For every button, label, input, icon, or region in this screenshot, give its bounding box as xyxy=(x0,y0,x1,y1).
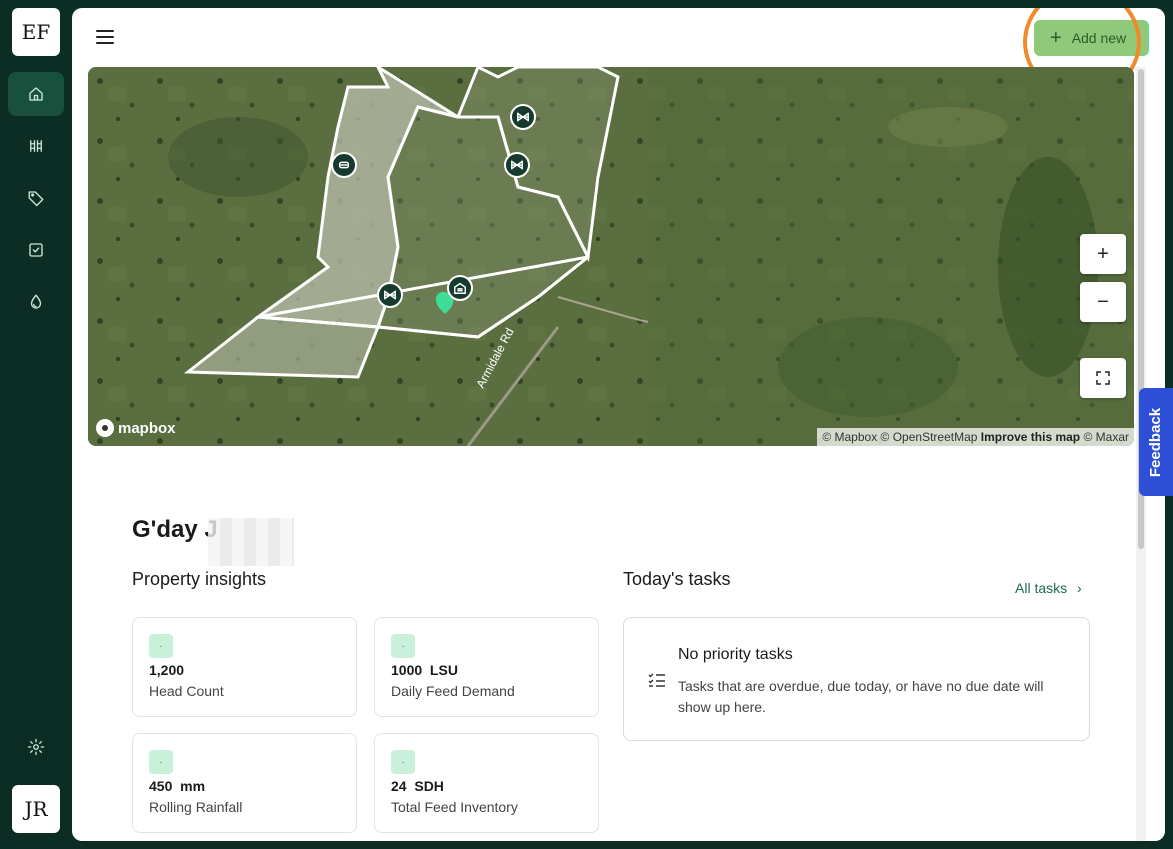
sidebar-item-home[interactable] xyxy=(8,72,64,116)
insight-value: 1,200 xyxy=(149,662,185,678)
gear-icon xyxy=(27,738,45,756)
insight-label: Daily Feed Demand xyxy=(391,683,515,699)
all-tasks-link[interactable]: All tasks › xyxy=(1015,580,1082,596)
attribution-maxar[interactable]: © Maxar xyxy=(1083,430,1129,444)
menu-toggle-icon[interactable] xyxy=(96,30,114,46)
insight-card-feed-inventory[interactable]: · 24 SDH Total Feed Inventory xyxy=(374,733,599,833)
insight-value: 450 mm xyxy=(149,778,206,794)
insight-value: 24 SDH xyxy=(391,778,444,794)
tasks-title: Today's tasks xyxy=(623,569,731,589)
task-list-icon xyxy=(648,673,665,687)
feedback-tab[interactable]: Feedback xyxy=(1139,388,1173,496)
shed-marker[interactable] xyxy=(447,275,473,301)
insights-title: Property insights xyxy=(132,569,267,589)
gate-marker[interactable] xyxy=(510,104,536,130)
all-tasks-label: All tasks xyxy=(1015,580,1068,596)
attribution-osm[interactable]: © OpenStreetMap xyxy=(881,430,978,444)
gate-marker[interactable] xyxy=(504,152,530,178)
attribution-improve-link[interactable]: Improve this map xyxy=(981,430,1080,444)
empty-tasks-title: No priority tasks xyxy=(678,646,793,663)
insight-label: Head Count xyxy=(149,683,224,699)
insight-label: Total Feed Inventory xyxy=(391,799,518,815)
zoom-out-button[interactable]: − xyxy=(1080,282,1126,322)
greeting: G'day J xyxy=(132,516,218,543)
trough-icon xyxy=(338,161,350,169)
sidebar: EF JR xyxy=(0,0,72,849)
feedback-label: Feedback xyxy=(1147,407,1165,477)
attribution-mapbox[interactable]: © Mapbox xyxy=(822,430,877,444)
sidebar-item-tasks[interactable] xyxy=(8,228,64,272)
water-icon xyxy=(30,294,42,309)
checkbox-icon xyxy=(29,243,43,257)
empty-tasks-description: Tasks that are overdue, due today, or ha… xyxy=(678,678,1044,715)
mapbox-logo[interactable]: mapbox xyxy=(96,419,176,437)
insight-label: Rolling Rainfall xyxy=(149,799,243,815)
home-icon xyxy=(29,87,43,101)
insight-icon: · xyxy=(391,750,415,774)
insight-value: 1000 LSU xyxy=(391,662,458,678)
insight-icon: · xyxy=(149,750,173,774)
chevron-right-icon: › xyxy=(1077,580,1082,596)
tasks-empty-card: No priority tasks Tasks that are overdue… xyxy=(623,617,1090,741)
sidebar-item-settings[interactable] xyxy=(8,725,64,769)
sidebar-item-paddocks[interactable] xyxy=(8,124,64,168)
fullscreen-icon xyxy=(1096,371,1110,385)
user-avatar[interactable]: JR xyxy=(12,785,60,833)
gate-icon xyxy=(384,290,396,300)
mapbox-label: mapbox xyxy=(118,419,176,437)
main-panel: + Add new Armidale Rd + − mapbox © Mapbo… xyxy=(72,8,1165,841)
gate-icon xyxy=(517,112,529,122)
insight-card-head-count[interactable]: · 1,200 Head Count xyxy=(132,617,357,717)
trough-marker[interactable] xyxy=(331,152,357,178)
redacted-name xyxy=(208,518,294,566)
fullscreen-button[interactable] xyxy=(1080,358,1126,398)
app-logo[interactable]: EF xyxy=(12,8,60,56)
insight-card-feed-demand[interactable]: · 1000 LSU Daily Feed Demand xyxy=(374,617,599,717)
paddocks-icon xyxy=(30,140,42,152)
insight-icon: · xyxy=(391,634,415,658)
insight-card-rainfall[interactable]: · 450 mm Rolling Rainfall xyxy=(132,733,357,833)
mapbox-icon xyxy=(96,419,114,437)
sidebar-item-water[interactable] xyxy=(8,280,64,324)
insight-icon: · xyxy=(149,634,173,658)
sidebar-item-tags[interactable] xyxy=(8,176,64,220)
map-attribution: © Mapbox © OpenStreetMap Improve this ma… xyxy=(817,428,1134,446)
shed-icon xyxy=(454,282,466,294)
property-map[interactable]: Armidale Rd + − mapbox © Mapbox © OpenSt… xyxy=(88,67,1134,446)
tag-icon xyxy=(28,191,44,207)
satellite-imagery: Armidale Rd xyxy=(88,67,1134,446)
gate-icon xyxy=(511,160,523,170)
gate-marker[interactable] xyxy=(377,282,403,308)
zoom-in-button[interactable]: + xyxy=(1080,234,1126,274)
